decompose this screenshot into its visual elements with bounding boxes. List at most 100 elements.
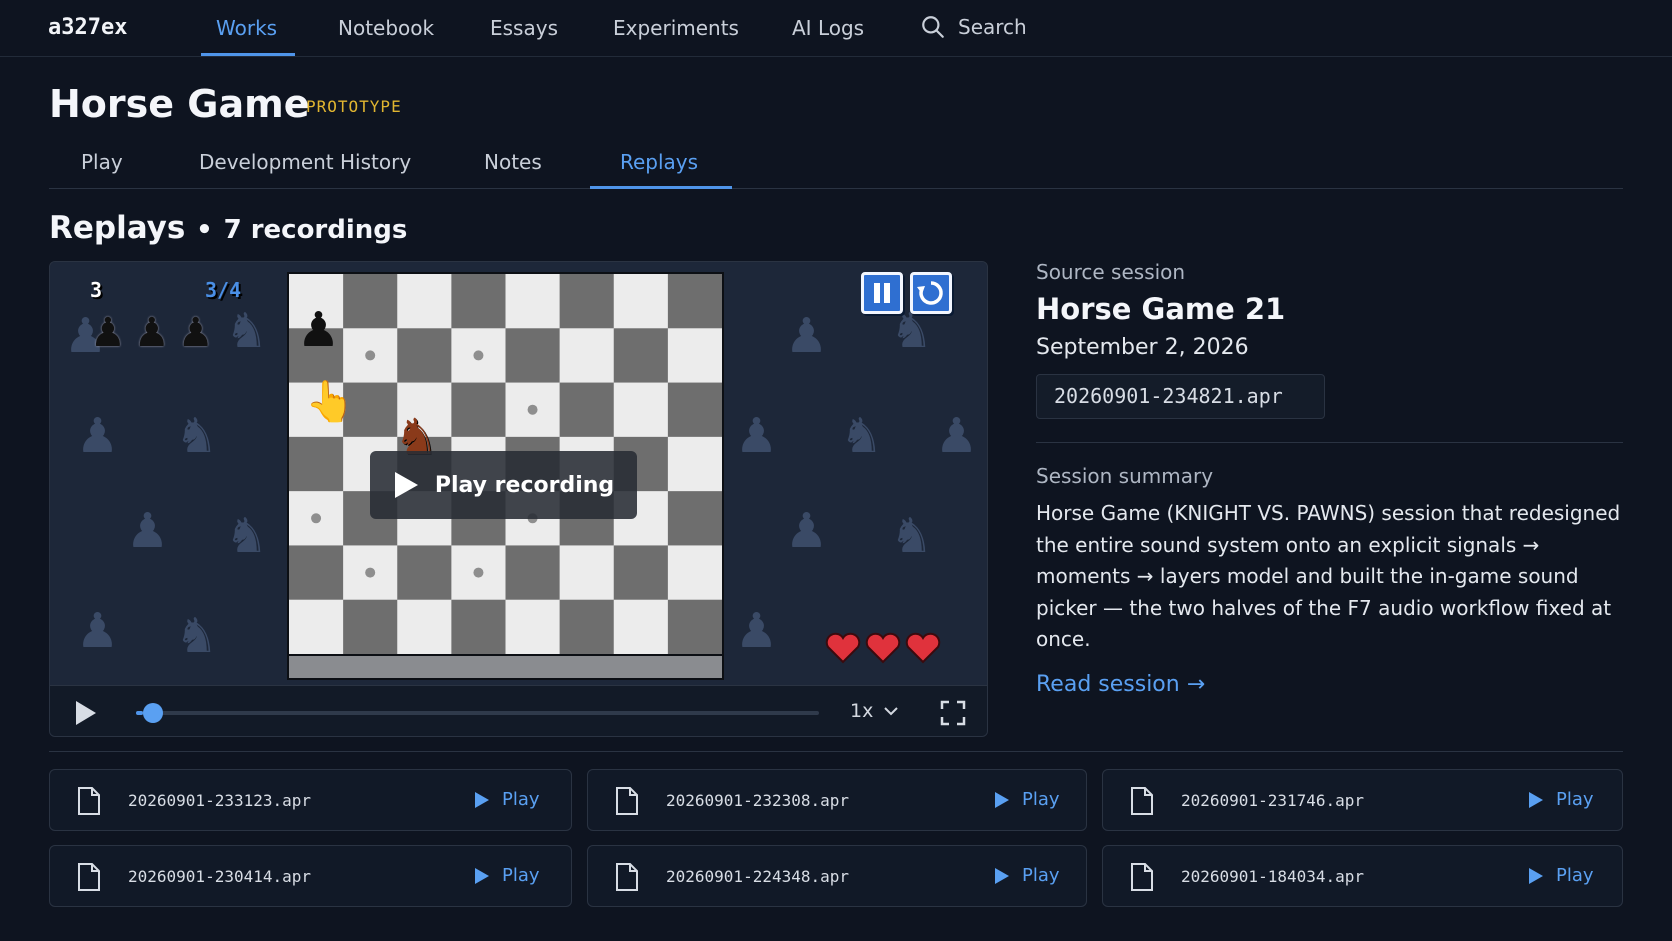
recording-play-label: Play [1556, 789, 1594, 810]
recordings-count: 7 recordings [223, 215, 408, 245]
recording-play-label: Play [1022, 789, 1060, 810]
play-icon [475, 867, 489, 884]
file-icon [78, 787, 100, 815]
active-nav-indicator [201, 53, 295, 56]
pawn-icon: ♟ [735, 603, 779, 659]
horse-icon: ♞ [175, 608, 219, 664]
pawn-icon: ♟ [76, 603, 120, 659]
site-brand[interactable]: a327ex [48, 15, 127, 40]
section-divider [49, 751, 1623, 752]
control-play-button[interactable] [74, 700, 98, 730]
recording-card: 20260901-233123.apr Play [49, 769, 572, 831]
recording-card: 20260901-184034.apr Play [1102, 845, 1623, 907]
tabs-divider [49, 188, 1623, 189]
restart-icon [917, 281, 943, 305]
recording-play-button[interactable]: Play [1528, 789, 1594, 810]
status-badge: PROTOTYPE [306, 97, 402, 116]
board-square [289, 436, 344, 492]
board-square [397, 545, 452, 601]
game-viewport[interactable]: ♟ ♞ ♟ ♞ ♟ ♞ ♟ ♞ ♟ ♞ ♟ ♞ ♟ ♟ ♞ ♟ 3 3/4 ♟ … [50, 262, 987, 685]
nav-item-ai-logs[interactable]: AI Logs [792, 16, 864, 40]
board-square [613, 599, 669, 655]
hud-score: 3 [90, 278, 103, 302]
recording-play-button[interactable]: Play [994, 865, 1060, 886]
recording-filename: 20260901-184034.apr [1181, 867, 1365, 886]
search-button[interactable]: Search [920, 14, 1027, 40]
board-square [667, 599, 723, 655]
recording-card: 20260901-230414.apr Play [49, 845, 572, 907]
nav-item-notebook[interactable]: Notebook [338, 16, 434, 40]
heart-icon [865, 632, 901, 664]
nav-item-works[interactable]: Works [216, 16, 277, 40]
heart-icon [905, 632, 941, 664]
replay-player: ♟ ♞ ♟ ♞ ♟ ♞ ♟ ♞ ♟ ♞ ♟ ♞ ♟ ♟ ♞ ♟ 3 3/4 ♟ … [49, 261, 988, 737]
pawn-icon: ♟ [935, 408, 979, 464]
hand-pointer-icon: 👆 [305, 379, 355, 425]
play-icon [995, 867, 1009, 884]
board-square [667, 328, 723, 384]
board-square [559, 328, 615, 384]
recording-play-button[interactable]: Play [994, 789, 1060, 810]
board-square [289, 545, 344, 601]
board-footer [287, 656, 724, 680]
board-square [667, 491, 723, 546]
nav-item-experiments[interactable]: Experiments [613, 16, 739, 40]
board-square [451, 599, 506, 655]
recording-play-button[interactable]: Play [474, 789, 540, 810]
recording-card: 20260901-224348.apr Play [587, 845, 1087, 907]
board-square [559, 599, 615, 655]
move-hint-dot [473, 567, 484, 578]
file-icon [1131, 787, 1153, 815]
board-square [613, 274, 669, 329]
recording-play-label: Play [502, 789, 540, 810]
fullscreen-icon [940, 700, 966, 726]
board-square [613, 545, 669, 601]
progress-thumb[interactable] [142, 703, 163, 723]
horse-icon: ♞ [840, 408, 884, 464]
session-file: 20260901-234821.apr [1036, 374, 1325, 419]
lives-hearts [825, 632, 941, 664]
pawn-icon: ♟ [90, 310, 126, 356]
file-icon [1131, 863, 1153, 891]
play-icon [475, 791, 489, 808]
recording-play-button[interactable]: Play [474, 865, 540, 886]
file-icon [78, 863, 100, 891]
game-pause-button[interactable] [861, 272, 903, 314]
move-hint-dot [365, 350, 376, 361]
fullscreen-button[interactable] [940, 700, 966, 730]
speed-select[interactable]: 1x [850, 700, 899, 722]
recording-play-label: Play [502, 865, 540, 886]
board-square [289, 599, 344, 655]
progress-bar[interactable] [136, 703, 819, 723]
pawn-icon: ♟ [785, 308, 829, 364]
search-icon [922, 16, 944, 38]
play-icon [1529, 867, 1543, 884]
game-restart-button[interactable] [910, 272, 952, 314]
play-recording-button[interactable]: Play recording [370, 451, 637, 519]
pawn-icon: ♟ [785, 503, 829, 559]
read-session-link[interactable]: Read session → [1036, 672, 1205, 697]
speed-value: 1x [850, 700, 874, 722]
nav-item-essays[interactable]: Essays [490, 16, 558, 40]
session-title: Horse Game 21 [1036, 292, 1286, 326]
horse-icon: ♞ [225, 303, 269, 359]
board-square [343, 599, 398, 655]
pawn-icon: ♟ [133, 310, 170, 356]
tab-development-history[interactable]: Development History [199, 150, 411, 174]
replays-title: Replays [49, 210, 186, 246]
tab-replays[interactable]: Replays [620, 150, 698, 174]
file-icon [616, 787, 638, 815]
board-square [397, 328, 452, 384]
play-icon [1529, 791, 1543, 808]
recording-filename: 20260901-232308.apr [666, 791, 850, 810]
recording-filename: 20260901-230414.apr [128, 867, 312, 886]
pawn-icon: ♟ [297, 302, 341, 358]
tab-play[interactable]: Play [81, 150, 123, 174]
tab-notes[interactable]: Notes [484, 150, 542, 174]
move-hint-dot [311, 513, 322, 524]
recording-play-button[interactable]: Play [1528, 865, 1594, 886]
play-icon [995, 791, 1009, 808]
recording-filename: 20260901-224348.apr [666, 867, 850, 886]
chevron-down-icon [884, 707, 899, 716]
board-square [505, 545, 561, 601]
